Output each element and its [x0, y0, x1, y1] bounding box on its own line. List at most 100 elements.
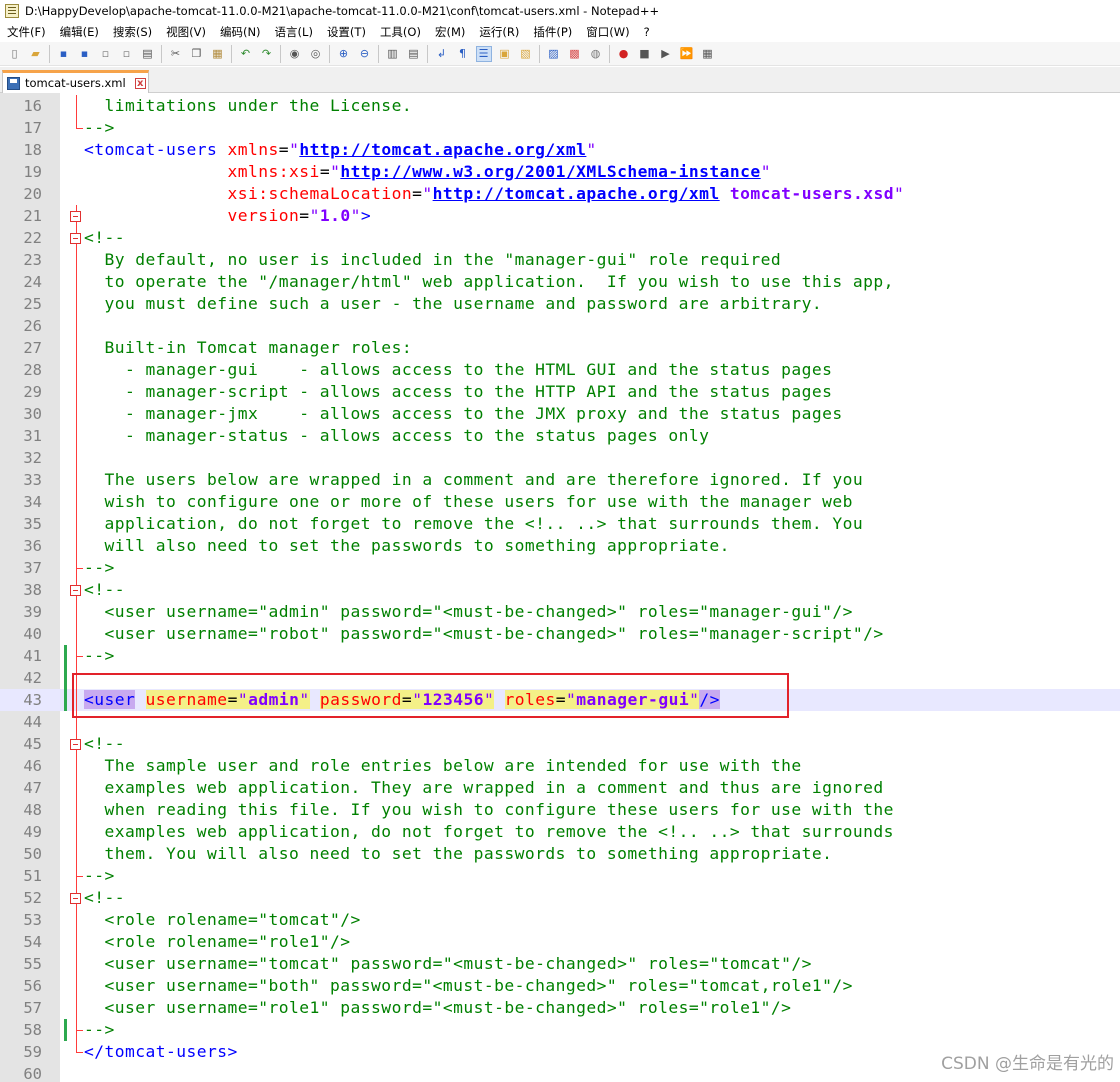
save-all-icon[interactable]: ▪	[77, 46, 93, 62]
doc-map-icon[interactable]: ▧	[518, 46, 534, 62]
code-text: examples web application, do not forget …	[84, 821, 894, 843]
code-line[interactable]: 18 <tomcat-users xmlns="http://tomcat.apa…	[0, 139, 1120, 161]
record-macro-icon[interactable]: ●	[616, 46, 632, 62]
code-line[interactable]: 29 - manager-script - allows access to t…	[0, 381, 1120, 403]
code-line[interactable]: 27 Built-in Tomcat manager roles:	[0, 337, 1120, 359]
code-line[interactable]: 22 <!--	[0, 227, 1120, 249]
code-line[interactable]: 37 -->	[0, 557, 1120, 579]
token: xmlns	[227, 140, 279, 159]
close-icon[interactable]: ▫	[98, 46, 114, 62]
code-line[interactable]: 34 wish to configure one or more of thes…	[0, 491, 1120, 513]
menu-item-2[interactable]: 搜索(S)	[106, 24, 159, 40]
code-line[interactable]: 56 <user username="both" password="<must…	[0, 975, 1120, 997]
zoom-out-icon[interactable]: ⊖	[357, 46, 373, 62]
code-line[interactable]: 52 <!--	[0, 887, 1120, 909]
code-line[interactable]: 51 -->	[0, 865, 1120, 887]
fold-end-marker	[76, 1052, 83, 1053]
menu-item-9[interactable]: 运行(R)	[472, 24, 526, 40]
menu-item-12[interactable]: ?	[637, 25, 657, 39]
code-line[interactable]: 39 <user username="admin" password="<mus…	[0, 601, 1120, 623]
code-line[interactable]: 24 to operate the "/manager/html" web ap…	[0, 271, 1120, 293]
fold-end-marker	[76, 128, 83, 129]
toolbar-separator	[231, 44, 232, 63]
redo-icon[interactable]: ↷	[259, 46, 275, 62]
new-file-icon[interactable]: ▯	[7, 46, 23, 62]
menu-item-3[interactable]: 视图(V)	[159, 24, 213, 40]
code-line[interactable]: 33 The users below are wrapped in a comm…	[0, 469, 1120, 491]
code-line[interactable]: 28 - manager-gui - allows access to the …	[0, 359, 1120, 381]
code-line[interactable]: 16 limitations under the License.	[0, 95, 1120, 117]
code-line[interactable]: 53 <role rolename="tomcat"/>	[0, 909, 1120, 931]
find-icon[interactable]: ◉	[287, 46, 303, 62]
monitoring-icon[interactable]: ◍	[588, 46, 604, 62]
code-line[interactable]: 46 The sample user and role entries belo…	[0, 755, 1120, 777]
code-line[interactable]: 38 <!--	[0, 579, 1120, 601]
language-icon[interactable]: ▣	[497, 46, 513, 62]
code-line[interactable]: 54 <role rolename="role1"/>	[0, 931, 1120, 953]
code-line[interactable]: 55 <user username="tomcat" password="<mu…	[0, 953, 1120, 975]
menu-item-10[interactable]: 插件(P)	[526, 24, 579, 40]
code-line[interactable]: 35 application, do not forget to remove …	[0, 513, 1120, 535]
print-icon[interactable]: ▤	[140, 46, 156, 62]
tab-tomcat-users-xml[interactable]: tomcat-users.xml x	[2, 70, 149, 93]
menu-item-8[interactable]: 宏(M)	[428, 24, 472, 40]
code-line[interactable]: 50 them. You will also need to set the p…	[0, 843, 1120, 865]
word-wrap-icon[interactable]: ↲	[434, 46, 450, 62]
folder-as-workspace-icon[interactable]: ▩	[567, 46, 583, 62]
code-line[interactable]: 19 xmlns:xsi="http://www.w3.org/2001/XML…	[0, 161, 1120, 183]
menu-item-1[interactable]: 编辑(E)	[53, 24, 106, 40]
code-line[interactable]: 40 <user username="robot" password="<mus…	[0, 623, 1120, 645]
menu-item-11[interactable]: 窗口(W)	[579, 24, 636, 40]
replace-icon[interactable]: ◎	[308, 46, 324, 62]
code-line[interactable]: 21 version="1.0">	[0, 205, 1120, 227]
copy-icon[interactable]: ❐	[189, 46, 205, 62]
code-line[interactable]: 17 -->	[0, 117, 1120, 139]
save-macro-icon[interactable]: ▦	[700, 46, 716, 62]
code-line[interactable]: 25 you must define such a user - the use…	[0, 293, 1120, 315]
zoom-in-icon[interactable]: ⊕	[336, 46, 352, 62]
menu-item-6[interactable]: 设置(T)	[320, 24, 373, 40]
code-line[interactable]: 26	[0, 315, 1120, 337]
menu-item-7[interactable]: 工具(O)	[373, 24, 428, 40]
fold-toggle-icon[interactable]	[70, 893, 81, 904]
close-all-icon[interactable]: ▫	[119, 46, 135, 62]
code-line[interactable]: 20 xsi:schemaLocation="http://tomcat.apa…	[0, 183, 1120, 205]
code-line[interactable]: 45 <!--	[0, 733, 1120, 755]
tab-close-icon[interactable]: x	[134, 77, 146, 89]
play-macro-icon[interactable]: ▶	[658, 46, 674, 62]
menu-item-0[interactable]: 文件(F)	[0, 24, 53, 40]
code-line[interactable]: 48 when reading this file. If you wish t…	[0, 799, 1120, 821]
code-line[interactable]: 36 will also need to set the passwords t…	[0, 535, 1120, 557]
code-line[interactable]: 49 examples web application, do not forg…	[0, 821, 1120, 843]
show-all-chars-icon[interactable]: ¶	[455, 46, 471, 62]
code-line[interactable]: 57 <user username="role1" password="<mus…	[0, 997, 1120, 1019]
code-line[interactable]: 58 -->	[0, 1019, 1120, 1041]
sync-vertical-icon[interactable]: ▥	[385, 46, 401, 62]
menu-item-4[interactable]: 编码(N)	[213, 24, 268, 40]
sync-horizontal-icon[interactable]: ▤	[406, 46, 422, 62]
run-macro-multiple-icon[interactable]: ⏩	[679, 46, 695, 62]
menu-item-5[interactable]: 语言(L)	[268, 24, 320, 40]
save-icon[interactable]: ▪	[56, 46, 72, 62]
code-line[interactable]: 30 - manager-jmx - allows access to the …	[0, 403, 1120, 425]
code-line[interactable]: 41 -->	[0, 645, 1120, 667]
code-line[interactable]: 23 By default, no user is included in th…	[0, 249, 1120, 271]
indent-guide-icon[interactable]: ☰	[475, 45, 492, 62]
line-number: 41	[23, 647, 42, 665]
cut-icon[interactable]: ✂	[168, 46, 184, 62]
code-text: <user username="robot" password="<must-b…	[84, 623, 884, 645]
open-file-icon[interactable]: ▰	[28, 46, 44, 62]
code-line[interactable]: 31 - manager-status - allows access to t…	[0, 425, 1120, 447]
code-line[interactable]: 32	[0, 447, 1120, 469]
token: http://www.w3.org/2001/XMLSchema-instanc…	[340, 162, 761, 181]
fold-toggle-icon[interactable]	[70, 739, 81, 750]
code-line[interactable]: 47 examples web application. They are wr…	[0, 777, 1120, 799]
fold-toggle-icon[interactable]	[70, 233, 81, 244]
fold-toggle-icon[interactable]	[70, 585, 81, 596]
code-editor[interactable]: 16 limitations under the License. 17 --> 18…	[0, 93, 1120, 1082]
stop-macro-icon[interactable]: ■	[637, 46, 653, 62]
undo-icon[interactable]: ↶	[238, 46, 254, 62]
fold-toggle-icon[interactable]	[70, 211, 81, 222]
paste-icon[interactable]: ▦	[210, 46, 226, 62]
function-list-icon[interactable]: ▨	[546, 46, 562, 62]
